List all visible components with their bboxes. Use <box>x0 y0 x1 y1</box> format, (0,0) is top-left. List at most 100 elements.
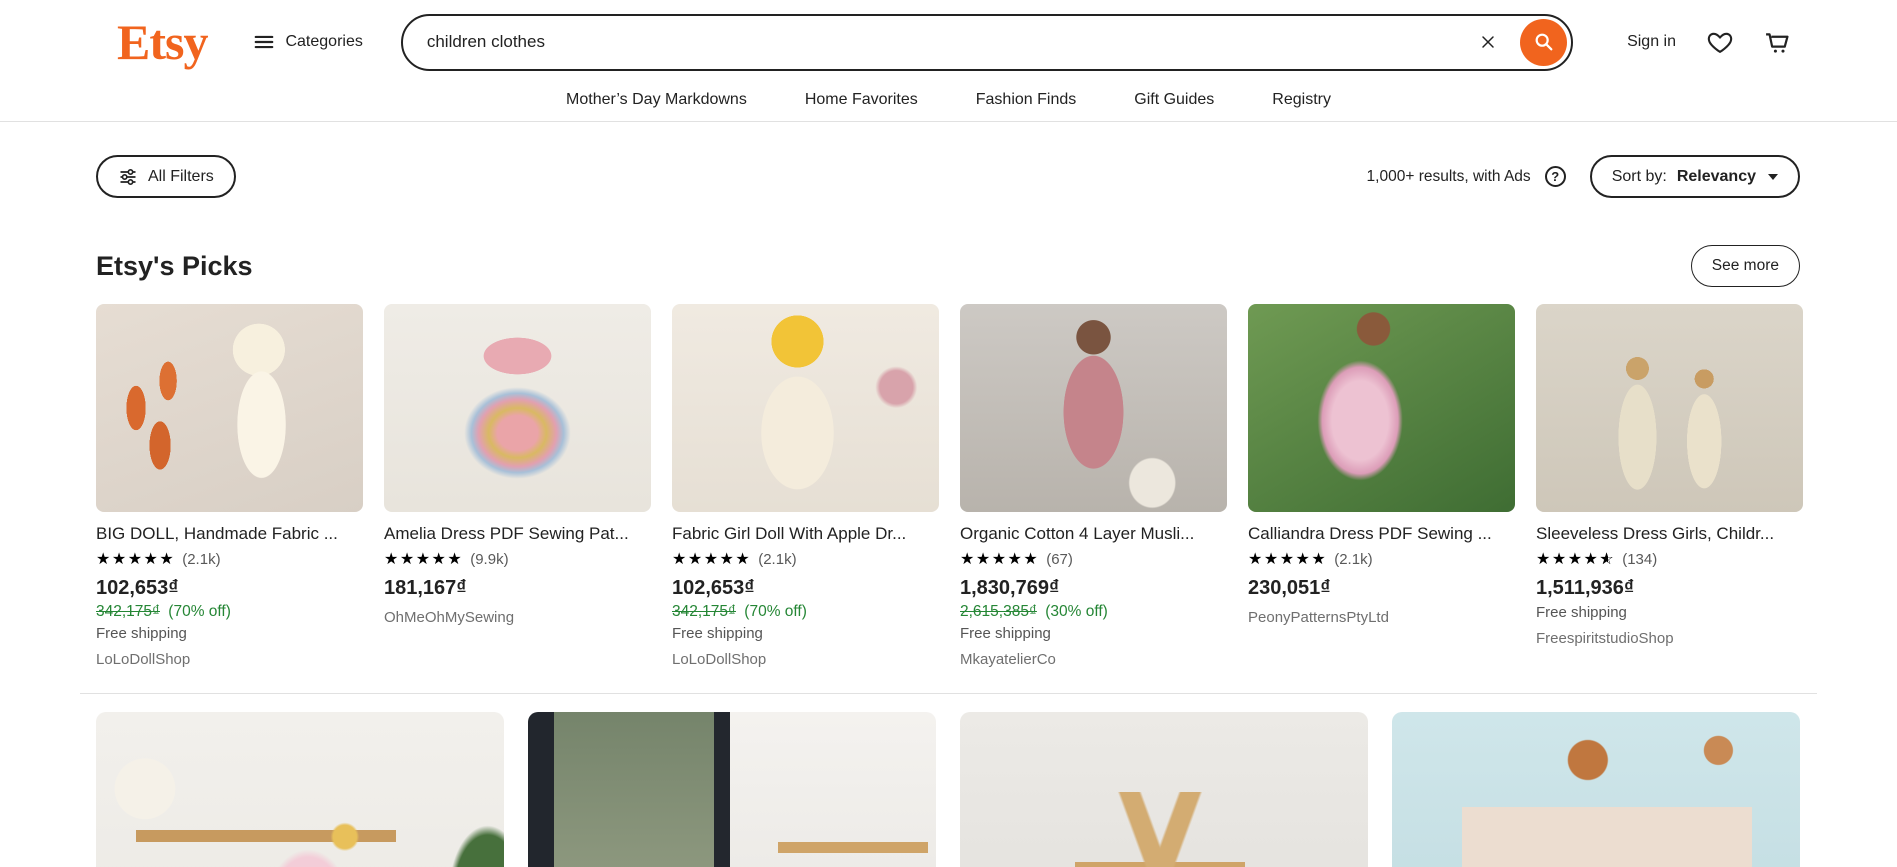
product-title[interactable]: Organic Cotton 4 Layer Musli... <box>960 523 1227 545</box>
clear-search-button[interactable] <box>1470 24 1506 60</box>
all-filters-label: All Filters <box>148 167 214 185</box>
rating-count: (2.1k) <box>1334 551 1373 569</box>
sale-info: 342,175₫ (70% off) <box>96 603 363 621</box>
original-price: 342,175₫ <box>672 603 736 621</box>
star-rating: ★★★★★ <box>960 550 1039 568</box>
star-rating: ★★★★★ <box>672 550 751 568</box>
listing-image-doll-shelf[interactable] <box>1392 712 1800 867</box>
star-icon: ★ <box>1567 550 1584 568</box>
product-image[interactable] <box>96 304 363 512</box>
see-more-button[interactable]: See more <box>1690 245 1800 287</box>
listing-image-window-rack[interactable] <box>528 712 936 867</box>
hamburger-icon <box>255 35 274 49</box>
product-title[interactable]: Fabric Girl Doll With Apple Dr... <box>672 523 939 545</box>
search-input[interactable] <box>402 32 1471 52</box>
shop-name[interactable]: LoLoDollShop <box>672 651 939 668</box>
nav-link-home-favorites[interactable]: Home Favorites <box>805 91 918 109</box>
star-icon: ★ <box>111 550 128 568</box>
cart-icon <box>1766 33 1789 53</box>
nav-link-mothers-day-markdowns[interactable]: Mother’s Day Markdowns <box>566 91 747 109</box>
categories-button[interactable]: Categories <box>245 21 370 63</box>
search-button[interactable] <box>1520 18 1568 66</box>
site-header: Etsy Categories Sign in <box>0 0 1897 122</box>
product-card[interactable]: Calliandra Dress PDF Sewing ... ★★★★★ (2… <box>1248 304 1515 668</box>
star-icon: ★ <box>1007 550 1024 568</box>
shop-name[interactable]: MkayatelierCo <box>960 651 1227 668</box>
product-image[interactable] <box>960 304 1227 512</box>
product-image[interactable] <box>672 304 939 512</box>
star-icon: ★ <box>143 550 160 568</box>
product-card[interactable]: Organic Cotton 4 Layer Musli... ★★★★★ (6… <box>960 304 1227 668</box>
nav-link-registry[interactable]: Registry <box>1272 91 1331 109</box>
favorites-button[interactable] <box>1696 18 1744 66</box>
star-rating: ★★★★☆ ★ <box>1536 550 1615 568</box>
star-icon: ★ <box>703 550 720 568</box>
discount-percent: (70% off) <box>744 603 807 621</box>
product-rating: ★★★★★ (2.1k) <box>1248 549 1515 570</box>
shop-name[interactable]: PeonyPatternsPtyLtd <box>1248 609 1515 626</box>
free-shipping-label: Free shipping <box>1536 604 1627 622</box>
results-count: 1,000+ results, with Ads <box>1366 167 1531 185</box>
etsys-picks-header: Etsy's Picks See more <box>0 245 1897 287</box>
search-bar <box>400 13 1574 71</box>
product-title[interactable]: Sleeveless Dress Girls, Childr... <box>1536 523 1803 545</box>
star-icon: ★ <box>384 550 400 568</box>
free-shipping-label: Free shipping <box>672 625 763 643</box>
star-icon: ★ <box>1551 550 1568 568</box>
results-toolbar: All Filters 1,000+ results, with Ads ? S… <box>0 155 1897 198</box>
discount-percent: (30% off) <box>1045 603 1108 621</box>
star-icon: ★ <box>447 550 464 568</box>
product-image[interactable] <box>1248 304 1515 512</box>
star-rating: ★★★★★ <box>1248 550 1327 568</box>
sort-dropdown[interactable]: Sort by: Relevancy <box>1589 155 1800 198</box>
rating-count: (2.1k) <box>758 551 797 569</box>
rating-count: (67) <box>1046 551 1073 569</box>
product-grid: BIG DOLL, Handmade Fabric ... ★★★★★ (2.1… <box>0 304 1897 668</box>
product-price: 1,830,769₫ <box>960 577 1060 600</box>
discount-percent: (70% off) <box>168 603 231 621</box>
category-nav: Mother’s Day Markdowns Home Favorites Fa… <box>0 78 1897 122</box>
product-rating: ★★★★★ (2.1k) <box>96 549 363 570</box>
shop-name[interactable]: OhMeOhMySewing <box>384 609 651 626</box>
product-card[interactable]: Amelia Dress PDF Sewing Pat... ★★★★★ (9.… <box>384 304 651 668</box>
listing-image-nursery-rack[interactable] <box>96 712 504 867</box>
product-card[interactable]: Sleeveless Dress Girls, Childr... ★★★★☆ ★… <box>1536 304 1803 668</box>
cart-button[interactable] <box>1752 18 1800 66</box>
shop-name[interactable]: LoLoDollShop <box>96 651 363 668</box>
shop-name[interactable]: FreespiritstudioShop <box>1536 630 1803 647</box>
listing-image-teepee-rack[interactable] <box>960 712 1368 867</box>
product-card[interactable]: Fabric Girl Doll With Apple Dr... ★★★★★ … <box>672 304 939 668</box>
star-icon: ★ <box>975 550 992 568</box>
star-icon: ★ <box>687 550 704 568</box>
all-filters-button[interactable]: All Filters <box>96 155 236 198</box>
star-icon: ★ <box>719 550 736 568</box>
product-image[interactable] <box>1536 304 1803 512</box>
star-icon: ★ <box>960 550 976 568</box>
star-icon: ★ <box>1279 550 1296 568</box>
product-title[interactable]: BIG DOLL, Handmade Fabric ... <box>96 523 363 545</box>
star-icon: ★ <box>159 550 176 568</box>
ads-help-icon[interactable]: ? <box>1544 166 1566 187</box>
rating-count: (9.9k) <box>470 551 509 569</box>
free-shipping-label: Free shipping <box>96 625 187 643</box>
section-title: Etsy's Picks <box>96 250 253 281</box>
star-icon: ★ <box>1583 550 1600 568</box>
star-icon: ★ <box>399 550 416 568</box>
product-title[interactable]: Calliandra Dress PDF Sewing ... <box>1248 523 1515 545</box>
chevron-down-icon <box>1768 173 1778 180</box>
product-price: 102,653₫ <box>672 577 755 600</box>
etsy-logo[interactable]: Etsy <box>117 17 208 67</box>
nav-link-fashion-finds[interactable]: Fashion Finds <box>976 91 1077 109</box>
sign-in-link[interactable]: Sign in <box>1615 23 1688 61</box>
sale-info: 2,615,385₫ (30% off) <box>960 603 1227 621</box>
star-icon: ★ <box>415 550 432 568</box>
original-price: 342,175₫ <box>96 603 160 621</box>
product-image[interactable] <box>384 304 651 512</box>
product-price: 181,167₫ <box>384 577 467 600</box>
toolbar-right: 1,000+ results, with Ads ? Sort by: Rele… <box>1367 155 1800 198</box>
product-title[interactable]: Amelia Dress PDF Sewing Pat... <box>384 523 651 545</box>
rating-count: (2.1k) <box>182 551 221 569</box>
nav-link-gift-guides[interactable]: Gift Guides <box>1134 91 1214 109</box>
product-card[interactable]: BIG DOLL, Handmade Fabric ... ★★★★★ (2.1… <box>96 304 363 668</box>
search-icon <box>1535 33 1553 51</box>
